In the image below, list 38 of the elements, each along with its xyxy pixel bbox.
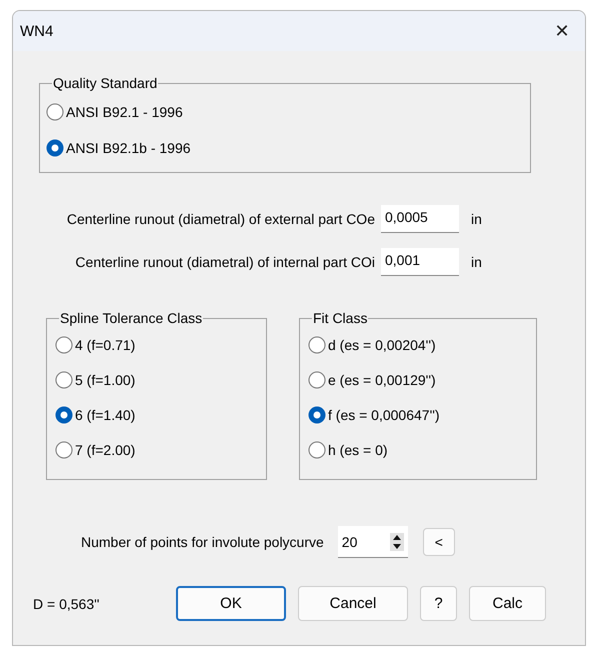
radio-button[interactable] bbox=[308, 371, 326, 389]
radio-label[interactable]: ANSI B92.1b - 1996 bbox=[66, 138, 191, 158]
field-value[interactable]: 20 bbox=[342, 534, 358, 550]
radio-button[interactable] bbox=[55, 336, 73, 354]
field-label: Centerline runout (diametral) of internal part COi bbox=[75, 254, 375, 270]
radio-button[interactable] bbox=[308, 441, 326, 459]
dialog-button[interactable]: Calc bbox=[469, 586, 546, 621]
close-button[interactable]: ✕ bbox=[539, 11, 585, 51]
unit-label: in bbox=[471, 254, 483, 270]
result-label: D = 0,563'' bbox=[32, 596, 100, 612]
radio-button[interactable] bbox=[46, 103, 64, 121]
radio-label[interactable]: h (es = 0) bbox=[328, 440, 388, 460]
dialog-button[interactable]: OK bbox=[176, 586, 286, 621]
radio-button[interactable] bbox=[46, 139, 64, 157]
field-label: Number of points for involute polycurve bbox=[81, 534, 324, 550]
radio-label[interactable]: e (es = 0,00129'') bbox=[328, 370, 436, 390]
input-field[interactable]: 0,0005 bbox=[381, 205, 459, 233]
input-field[interactable]: 0,001 bbox=[381, 248, 459, 276]
dialog-button[interactable]: Cancel bbox=[298, 586, 408, 621]
radio-button[interactable] bbox=[55, 406, 73, 424]
radio-button[interactable] bbox=[308, 406, 326, 424]
spin-box[interactable]: 20 bbox=[338, 526, 408, 558]
dialog-button[interactable]: ? bbox=[420, 586, 457, 621]
radio-label[interactable]: ANSI B92.1 - 1996 bbox=[66, 102, 183, 122]
radio-label[interactable]: 7 (f=2.00) bbox=[75, 440, 136, 460]
radio-label[interactable]: 5 (f=1.00) bbox=[75, 370, 136, 390]
window-title: WN4 bbox=[20, 22, 54, 40]
spinner-arrows-icon[interactable] bbox=[390, 532, 404, 550]
unit-label: in bbox=[471, 211, 483, 227]
radio-label[interactable]: d (es = 0,00204'') bbox=[328, 335, 436, 355]
collapse-button[interactable]: < bbox=[422, 528, 455, 556]
radio-label[interactable]: f (es = 0,000647'') bbox=[328, 405, 440, 425]
field-label: Centerline runout (diametral) of external part COe bbox=[66, 211, 375, 227]
radio-button[interactable] bbox=[308, 336, 326, 354]
radio-button[interactable] bbox=[55, 441, 73, 459]
radio-label[interactable]: 6 (f=1.40) bbox=[75, 405, 136, 425]
radio-button[interactable] bbox=[55, 371, 73, 389]
radio-label[interactable]: 4 (f=0.71) bbox=[75, 335, 136, 355]
